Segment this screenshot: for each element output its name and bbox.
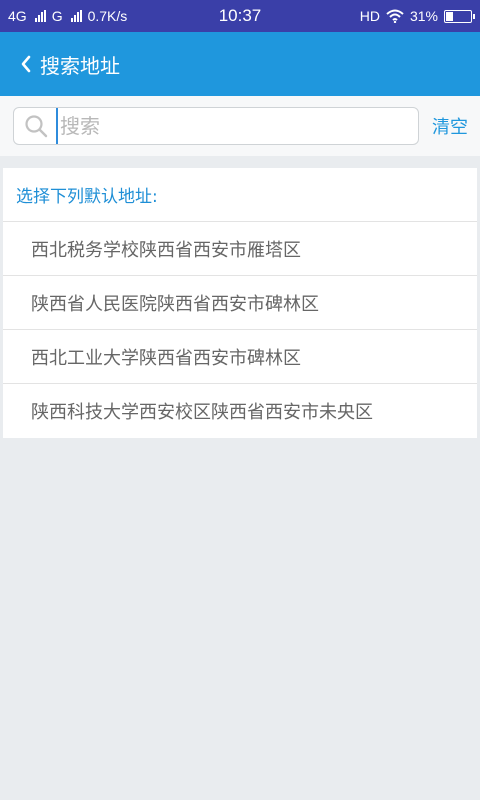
- address-list: 选择下列默认地址: 西北税务学校陕西省西安市雁塔区 陕西省人民医院陕西省西安市碑…: [3, 168, 477, 438]
- search-box[interactable]: [13, 107, 419, 145]
- battery-icon: [444, 9, 475, 23]
- battery-percent: 31%: [409, 8, 438, 24]
- signal-icon: [70, 10, 82, 22]
- chevron-left-icon[interactable]: [14, 52, 38, 76]
- clear-button[interactable]: 清空: [432, 113, 468, 139]
- address-item[interactable]: 陕西省人民医院陕西省西安市碑林区: [3, 276, 477, 330]
- address-list-header: 选择下列默认地址:: [3, 168, 477, 222]
- status-bar: 4G G 0.7K/s 10:37 HD 31%: [0, 0, 480, 32]
- address-item[interactable]: 西北工业大学陕西省西安市碑林区: [3, 330, 477, 384]
- battery-fill: [446, 11, 454, 21]
- network-type-1: 4G: [8, 8, 27, 24]
- hd-indicator: HD: [359, 8, 380, 24]
- network-speed: 0.7K/s: [87, 8, 128, 24]
- network-type-2: G: [51, 8, 63, 24]
- search-input[interactable]: [56, 108, 418, 144]
- nav-bar: 搜索地址: [0, 32, 480, 96]
- search-row: 清空: [0, 96, 480, 156]
- status-right: HD 31%: [359, 8, 475, 24]
- page-title: 搜索地址: [40, 53, 120, 78]
- status-left: 4G G 0.7K/s: [8, 8, 127, 24]
- search-icon: [22, 112, 50, 140]
- wifi-icon: [386, 9, 404, 23]
- address-item[interactable]: 陕西科技大学西安校区陕西省西安市未央区: [3, 384, 477, 438]
- address-item[interactable]: 西北税务学校陕西省西安市雁塔区: [3, 222, 477, 276]
- signal-icon: [34, 10, 46, 22]
